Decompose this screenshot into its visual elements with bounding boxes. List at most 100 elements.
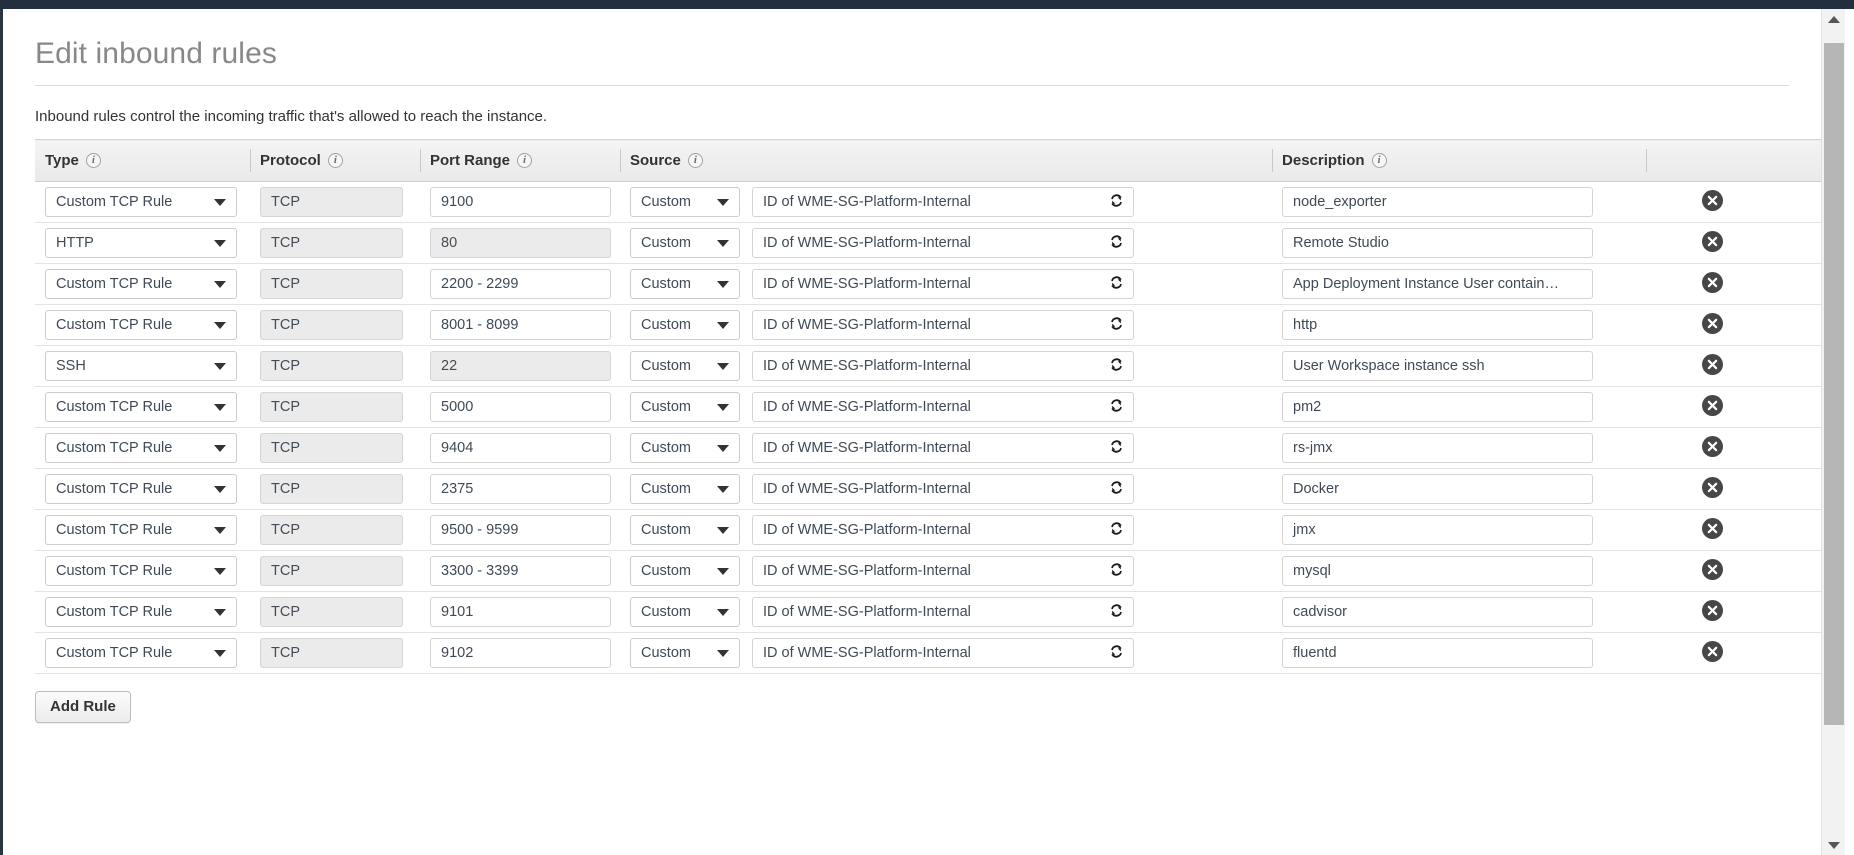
delete-rule-button[interactable] — [1702, 600, 1723, 621]
port-range-input[interactable]: 5000 — [430, 392, 611, 422]
source-type-select[interactable]: Custom — [630, 187, 740, 217]
port-range-input[interactable]: 2375 — [430, 474, 611, 504]
source-type-select[interactable]: Custom — [630, 515, 740, 545]
type-select[interactable]: Custom TCP Rule — [45, 269, 237, 299]
type-select[interactable]: Custom TCP Rule — [45, 187, 237, 217]
refresh-icon[interactable] — [1108, 316, 1125, 333]
delete-rule-button[interactable] — [1702, 395, 1723, 416]
type-select[interactable]: Custom TCP Rule — [45, 638, 237, 668]
cell-source-type: Custom — [620, 633, 742, 674]
protocol-field: TCP — [260, 638, 403, 668]
type-select-value: Custom TCP Rule — [56, 604, 172, 620]
description-input[interactable]: http — [1282, 310, 1593, 340]
source-type-select[interactable]: Custom — [630, 269, 740, 299]
delete-rule-button[interactable] — [1702, 518, 1723, 539]
port-range-input[interactable]: 9500 - 9599 — [430, 515, 611, 545]
type-select[interactable]: HTTP — [45, 228, 237, 258]
type-select[interactable]: Custom TCP Rule — [45, 556, 237, 586]
refresh-icon[interactable] — [1108, 357, 1125, 374]
port-range-input[interactable]: 9404 — [430, 433, 611, 463]
source-value-input[interactable]: ID of WME-SG-Platform-Internal — [752, 392, 1134, 422]
refresh-icon[interactable] — [1108, 275, 1125, 292]
scroll-thumb[interactable] — [1824, 43, 1844, 725]
source-type-select[interactable]: Custom — [630, 228, 740, 258]
cell-source-type: Custom — [620, 305, 742, 346]
cell-port-range: 5000 — [420, 387, 620, 428]
refresh-icon[interactable] — [1108, 603, 1125, 620]
description-input[interactable]: Docker — [1282, 474, 1593, 504]
description-input[interactable]: fluentd — [1282, 638, 1593, 668]
type-select[interactable]: Custom TCP Rule — [45, 310, 237, 340]
source-type-select[interactable]: Custom — [630, 474, 740, 504]
source-type-select[interactable]: Custom — [630, 433, 740, 463]
delete-rule-button[interactable] — [1702, 477, 1723, 498]
info-icon[interactable]: i — [517, 153, 532, 168]
add-rule-button[interactable]: Add Rule — [35, 691, 131, 723]
source-type-select[interactable]: Custom — [630, 310, 740, 340]
vertical-scrollbar[interactable] — [1821, 9, 1845, 855]
refresh-icon[interactable] — [1108, 193, 1125, 210]
source-value-input[interactable]: ID of WME-SG-Platform-Internal — [752, 474, 1134, 504]
delete-rule-button[interactable] — [1702, 559, 1723, 580]
source-value-input[interactable]: ID of WME-SG-Platform-Internal — [752, 433, 1134, 463]
source-value-input[interactable]: ID of WME-SG-Platform-Internal — [752, 638, 1134, 668]
source-value-input[interactable]: ID of WME-SG-Platform-Internal — [752, 310, 1134, 340]
source-type-select[interactable]: Custom — [630, 351, 740, 381]
delete-rule-button[interactable] — [1702, 272, 1723, 293]
description-input[interactable]: App Deployment Instance User contain… — [1282, 269, 1593, 299]
source-value-input[interactable]: ID of WME-SG-Platform-Internal — [752, 351, 1134, 381]
type-select[interactable]: SSH — [45, 351, 237, 381]
type-select[interactable]: Custom TCP Rule — [45, 392, 237, 422]
source-value-input[interactable]: ID of WME-SG-Platform-Internal — [752, 515, 1134, 545]
description-input[interactable]: mysql — [1282, 556, 1593, 586]
port-range-input[interactable]: 9101 — [430, 597, 611, 627]
refresh-icon[interactable] — [1108, 562, 1125, 579]
cell-description: mysql — [1272, 551, 1646, 592]
refresh-icon[interactable] — [1108, 234, 1125, 251]
description-input[interactable]: cadvisor — [1282, 597, 1593, 627]
delete-rule-button[interactable] — [1702, 641, 1723, 662]
delete-rule-button[interactable] — [1702, 436, 1723, 457]
source-type-select[interactable]: Custom — [630, 556, 740, 586]
delete-rule-button[interactable] — [1702, 231, 1723, 252]
description-input[interactable]: User Workspace instance ssh — [1282, 351, 1593, 381]
type-select[interactable]: Custom TCP Rule — [45, 474, 237, 504]
source-type-select[interactable]: Custom — [630, 638, 740, 668]
description-input[interactable]: pm2 — [1282, 392, 1593, 422]
source-type-select[interactable]: Custom — [630, 392, 740, 422]
refresh-icon[interactable] — [1108, 480, 1125, 497]
info-icon[interactable]: i — [86, 153, 101, 168]
port-range-input[interactable]: 8001 - 8099 — [430, 310, 611, 340]
protocol-field: TCP — [260, 433, 403, 463]
scroll-up-arrow-icon[interactable] — [1822, 9, 1846, 29]
info-icon[interactable]: i — [688, 153, 703, 168]
source-type-select[interactable]: Custom — [630, 597, 740, 627]
refresh-icon[interactable] — [1108, 398, 1125, 415]
type-select[interactable]: Custom TCP Rule — [45, 515, 237, 545]
scroll-down-arrow-icon[interactable] — [1822, 835, 1846, 855]
delete-rule-button[interactable] — [1702, 190, 1723, 211]
description-input[interactable]: Remote Studio — [1282, 228, 1593, 258]
source-value-input[interactable]: ID of WME-SG-Platform-Internal — [752, 187, 1134, 217]
description-input[interactable]: jmx — [1282, 515, 1593, 545]
refresh-icon[interactable] — [1108, 521, 1125, 538]
info-icon[interactable]: i — [1372, 153, 1387, 168]
port-range-input[interactable]: 9102 — [430, 638, 611, 668]
cell-type: Custom TCP Rule — [35, 551, 250, 592]
type-select[interactable]: Custom TCP Rule — [45, 597, 237, 627]
delete-rule-button[interactable] — [1702, 313, 1723, 334]
description-input[interactable]: rs-jmx — [1282, 433, 1593, 463]
description-input[interactable]: node_exporter — [1282, 187, 1593, 217]
source-value-input[interactable]: ID of WME-SG-Platform-Internal — [752, 269, 1134, 299]
source-value-input[interactable]: ID of WME-SG-Platform-Internal — [752, 228, 1134, 258]
port-range-input[interactable]: 3300 - 3399 — [430, 556, 611, 586]
refresh-icon[interactable] — [1108, 439, 1125, 456]
port-range-input[interactable]: 9100 — [430, 187, 611, 217]
delete-rule-button[interactable] — [1702, 354, 1723, 375]
source-value-input[interactable]: ID of WME-SG-Platform-Internal — [752, 597, 1134, 627]
port-range-input[interactable]: 2200 - 2299 — [430, 269, 611, 299]
source-value-input[interactable]: ID of WME-SG-Platform-Internal — [752, 556, 1134, 586]
type-select[interactable]: Custom TCP Rule — [45, 433, 237, 463]
info-icon[interactable]: i — [328, 153, 343, 168]
refresh-icon[interactable] — [1108, 644, 1125, 661]
